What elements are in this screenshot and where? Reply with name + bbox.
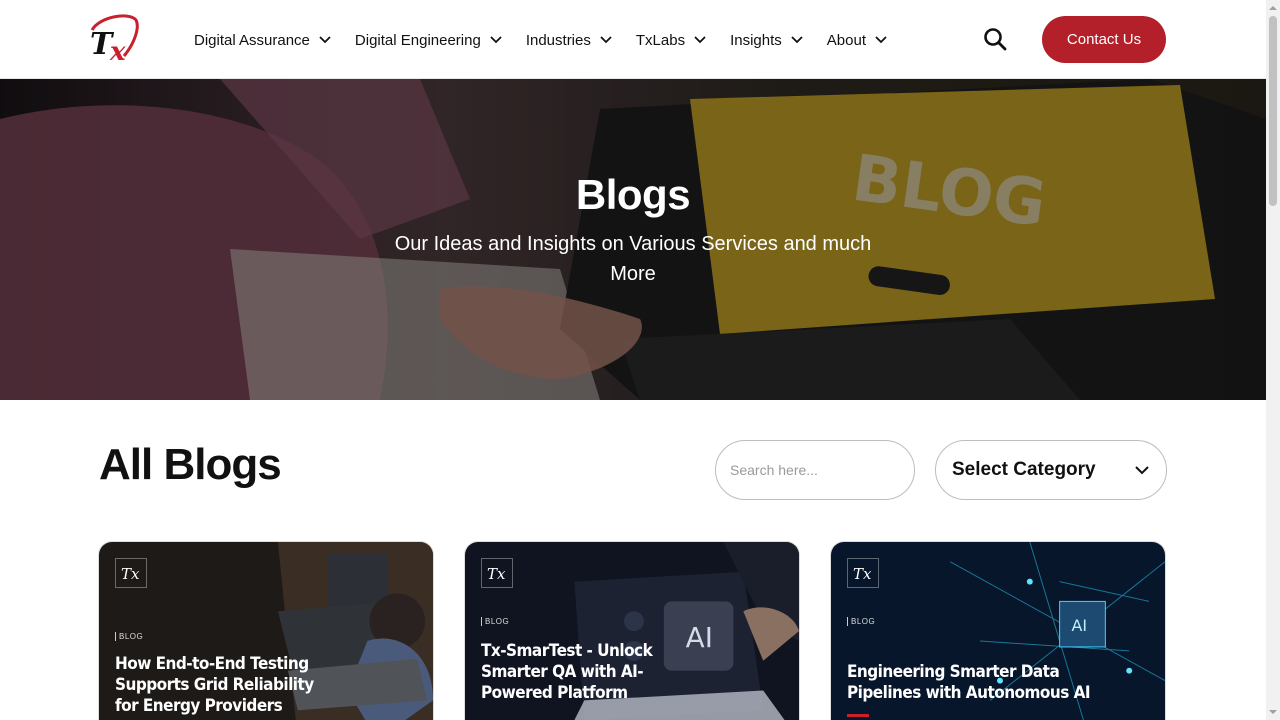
tx-logo-icon: Tx bbox=[481, 558, 513, 588]
blog-card-tag: BLOG bbox=[847, 617, 875, 626]
chevron-down-icon bbox=[600, 36, 612, 44]
category-select[interactable]: Select Category bbox=[935, 440, 1167, 500]
svg-text:Tx: Tx bbox=[487, 565, 506, 583]
svg-text:x: x bbox=[109, 37, 126, 66]
all-blogs-heading: All Blogs bbox=[99, 440, 282, 489]
chevron-down-icon bbox=[791, 36, 803, 44]
page-scrollbar[interactable] bbox=[1266, 0, 1280, 720]
search-icon[interactable] bbox=[982, 26, 1008, 52]
chevron-down-icon bbox=[875, 36, 887, 44]
nav-label: TxLabs bbox=[635, 31, 686, 49]
contact-us-button[interactable]: Contact Us bbox=[1042, 16, 1166, 63]
svg-text:Tx: Tx bbox=[121, 565, 140, 583]
nav-label: Digital Engineering bbox=[354, 31, 481, 49]
scrollbar-thumb[interactable] bbox=[1269, 16, 1277, 206]
hero-banner: BLOG Blogs Our Ideas and Insights on Var… bbox=[0, 79, 1266, 400]
site-header: T x Digital Assurance Digital Engineerin… bbox=[0, 0, 1266, 79]
nav-about[interactable]: About bbox=[827, 28, 887, 52]
main-nav: Digital Assurance Digital Engineering In… bbox=[194, 28, 911, 52]
blog-card[interactable]: Tx BLOG How End-to-End Testing Supports … bbox=[98, 541, 434, 720]
page-subtitle: Our Ideas and Insights on Various Servic… bbox=[394, 233, 872, 285]
nav-label: Industries bbox=[525, 31, 591, 49]
nav-digital-engineering[interactable]: Digital Engineering bbox=[355, 28, 502, 52]
blog-card-title: How End-to-End Testing Supports Grid Rel… bbox=[115, 654, 314, 716]
card-accent-bar bbox=[847, 714, 869, 717]
tx-logo-icon[interactable]: T x bbox=[80, 10, 142, 67]
blog-card-title: Engineering Smarter Data Pipelines with … bbox=[847, 662, 1091, 703]
blog-card[interactable]: AI Tx BLOG Tx-SmarTest - Unlock Smarter … bbox=[464, 541, 800, 720]
nav-label: Digital Assurance bbox=[194, 31, 310, 49]
chevron-down-icon bbox=[319, 36, 331, 44]
search-input[interactable] bbox=[715, 440, 915, 500]
nav-label: Insights bbox=[730, 31, 782, 49]
blog-card-title: Tx-SmarTest - Unlock Smarter QA with AI-… bbox=[481, 641, 653, 703]
chevron-down-icon bbox=[1135, 466, 1149, 475]
nav-insights[interactable]: Insights bbox=[730, 28, 803, 52]
svg-text:AI: AI bbox=[686, 621, 713, 654]
svg-text:Tx: Tx bbox=[853, 565, 872, 583]
blog-card[interactable]: AI Tx BLOG Engineering Smarter Data Pipe… bbox=[830, 541, 1166, 720]
nav-digital-assurance[interactable]: Digital Assurance bbox=[194, 28, 331, 52]
tx-logo-icon: Tx bbox=[115, 558, 147, 588]
blog-card-tag: BLOG bbox=[115, 632, 143, 641]
scroll-up-icon[interactable] bbox=[1269, 4, 1277, 12]
svg-text:AI: AI bbox=[1072, 616, 1088, 635]
blog-card-tag: BLOG bbox=[481, 617, 509, 626]
category-select-label: Select Category bbox=[952, 459, 1096, 480]
nav-label: About bbox=[826, 31, 866, 49]
nav-txlabs[interactable]: TxLabs bbox=[636, 28, 706, 52]
tx-logo-icon: Tx bbox=[847, 558, 879, 588]
chevron-down-icon bbox=[694, 36, 706, 44]
page-title: Blogs bbox=[575, 171, 691, 218]
chevron-down-icon bbox=[490, 36, 502, 44]
scroll-down-icon[interactable] bbox=[1269, 708, 1277, 716]
nav-industries[interactable]: Industries bbox=[526, 28, 612, 52]
